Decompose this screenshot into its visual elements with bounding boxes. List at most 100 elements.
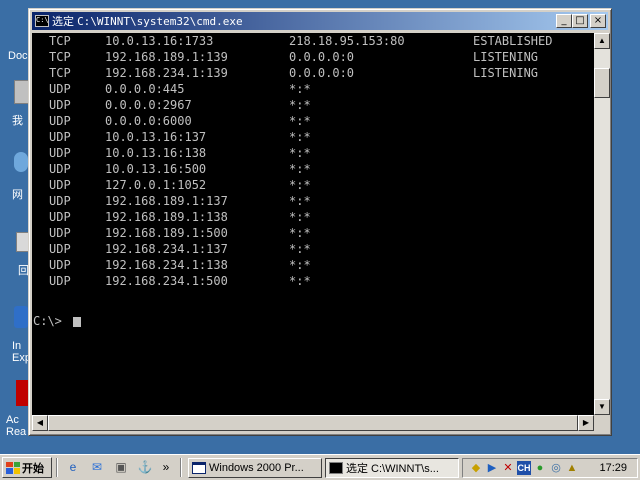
lock-icon[interactable]: ▲ [565,461,579,475]
arrow-down-icon: ▼ [598,402,606,411]
local-address: 192.168.234.1:138 [105,258,228,272]
local-address: 10.0.13.16:138 [105,146,207,160]
protocol: TCP [49,66,71,80]
desktop-icon-label-acrobat[interactable]: Ac Rea [6,414,26,438]
local-address: 10.0.13.16:1733 [105,34,214,48]
taskbar: 开始 e ✉ ▣ ⚓ » Windows 2000 Pr... 选定 C:\WI… [0,454,640,480]
window-title: 选定 C:\WINNT\system32\cmd.exe [52,13,243,29]
minimize-button[interactable]: _ [556,14,572,28]
close-button[interactable]: × [590,14,606,28]
maximize-icon: □ [575,15,585,26]
console-line: UDP 192.168.189.1:500 *:* [32,225,592,241]
protocol: UDP [49,146,71,160]
state: LISTENING [473,66,539,80]
foreign-address: *:* [289,242,311,256]
scrollbar-corner [594,415,610,431]
local-address: 192.168.189.1:500 [105,226,228,240]
start-button[interactable]: 开始 [2,457,52,478]
window-title-prefix: 选定 [52,16,74,28]
acrobat-reader-icon[interactable] [16,380,28,406]
maximize-button[interactable]: □ [572,14,588,28]
arrow-right-icon: ▶ [582,418,590,427]
protocol: UDP [49,98,71,112]
console-line: UDP 0.0.0.0:6000 *:* [32,113,592,129]
local-address: 127.0.0.1:1052 [105,178,207,192]
protocol: UDP [49,258,71,272]
protocol: UDP [49,274,71,288]
quicklaunch-app-icon[interactable]: ⚓ [136,459,154,475]
foreign-address: *:* [289,210,311,224]
foreign-address: *:* [289,82,311,96]
protocol: UDP [49,178,71,192]
internet-explorer-icon[interactable]: e [64,459,82,475]
local-address: 192.168.189.1:137 [105,194,228,208]
console-line: UDP 0.0.0.0:2967 *:* [32,97,592,113]
foreign-address: *:* [289,274,311,288]
protocol: UDP [49,210,71,224]
network-icon[interactable] [14,152,28,172]
foreign-address: *:* [289,258,311,272]
task-label: Windows 2000 Pr... [209,462,304,474]
console-line: UDP 192.168.189.1:137 *:* [32,193,592,209]
console-line: UDP 192.168.189.1:138 *:* [32,209,592,225]
protocol: UDP [49,114,71,128]
vertical-scrollbar[interactable]: ▲ ▼ [594,33,610,415]
scroll-up-button[interactable]: ▲ [594,33,610,49]
local-address: 0.0.0.0:6000 [105,114,192,128]
foreign-address: 0.0.0.0:0 [289,66,355,80]
cmd-icon [329,462,343,474]
scroll-left-button[interactable]: ◀ [32,415,48,431]
console-output[interactable]: UDP 192.168.234.1:500 *:* UDP 192.168.234.1:… [32,33,594,415]
clock[interactable]: 17:29 [599,461,627,475]
vertical-scroll-thumb[interactable] [594,68,610,98]
quicklaunch-chevron-icon[interactable]: » [160,459,172,475]
desktop-icon-label-documents[interactable]: Doc [8,50,28,62]
console-line: TCP 192.168.234.1:139 0.0.0.0:0 LISTENING [32,65,592,81]
outlook-express-icon[interactable]: ✉ [88,459,106,475]
console-line: UDP 10.0.13.16:137 *:* [32,129,592,145]
state: ESTABLISHED [473,34,553,48]
state: LISTENING [473,50,539,64]
taskbar-separator [56,458,58,477]
window-icon [192,462,206,474]
system-tray: ◆ ▶ ✕ CH ● ◎ ▲ 17:29 [462,458,638,478]
console-line: TCP 192.168.189.1:139 0.0.0.0:0 LISTENING [32,49,592,65]
windows-logo-icon [6,461,20,474]
speaker-icon[interactable]: ◆ [469,461,483,475]
arrow-up-icon: ▲ [598,36,606,45]
local-address: 192.168.234.1:137 [105,242,228,256]
foreign-address: *:* [289,194,311,208]
foreign-address: *:* [289,98,311,112]
protocol: UDP [49,242,71,256]
console-line: UDP 192.168.234.1:137 *:* [32,241,592,257]
horizontal-scrollbar[interactable]: ◀ ▶ [32,415,594,431]
command-prompt: C:\> [33,314,62,328]
globe-icon[interactable]: ● [533,461,547,475]
desktop-icon-label-computer[interactable]: 我 [12,112,23,128]
scroll-right-button[interactable]: ▶ [578,415,594,431]
console-line: UDP 127.0.0.1:1052 *:* [32,177,592,193]
taskbar-item-cmd[interactable]: 选定 C:\WINNT\s... [325,458,459,478]
tools-tray-icon[interactable]: ✕ [501,461,515,475]
console-line: TCP 10.0.13.16:1733 218.18.95.153:80 ESTABL… [32,33,592,49]
ime-indicator[interactable]: CH [517,461,531,475]
local-address: 10.0.13.16:500 [105,162,207,176]
show-desktop-icon[interactable]: ▣ [112,459,130,475]
foreign-address: *:* [289,130,311,144]
local-address: 192.168.189.1:138 [105,210,228,224]
local-address: 0.0.0.0:445 [105,82,185,96]
taskbar-item-windows-2000[interactable]: Windows 2000 Pr... [188,458,322,478]
horizontal-scroll-thumb[interactable] [48,415,578,431]
local-address: 192.168.234.1:500 [105,274,228,288]
desktop-icon-label-network[interactable]: 网 [12,186,23,202]
scroll-down-button[interactable]: ▼ [594,399,610,415]
cmd-icon[interactable]: C:\ [35,15,49,27]
antivirus-icon[interactable]: ◎ [549,461,563,475]
arrow-left-icon: ◀ [36,418,44,427]
cmd-window[interactable]: C:\ 选定 C:\WINNT\system32\cmd.exe _ □ × U… [28,8,612,436]
foreign-address: 0.0.0.0:0 [289,50,355,64]
window-titlebar[interactable]: C:\ 选定 C:\WINNT\system32\cmd.exe _ □ × [32,12,608,30]
protocol: UDP [49,194,71,208]
network-tray-icon[interactable]: ▶ [485,461,499,475]
internet-explorer-icon[interactable] [14,306,28,328]
